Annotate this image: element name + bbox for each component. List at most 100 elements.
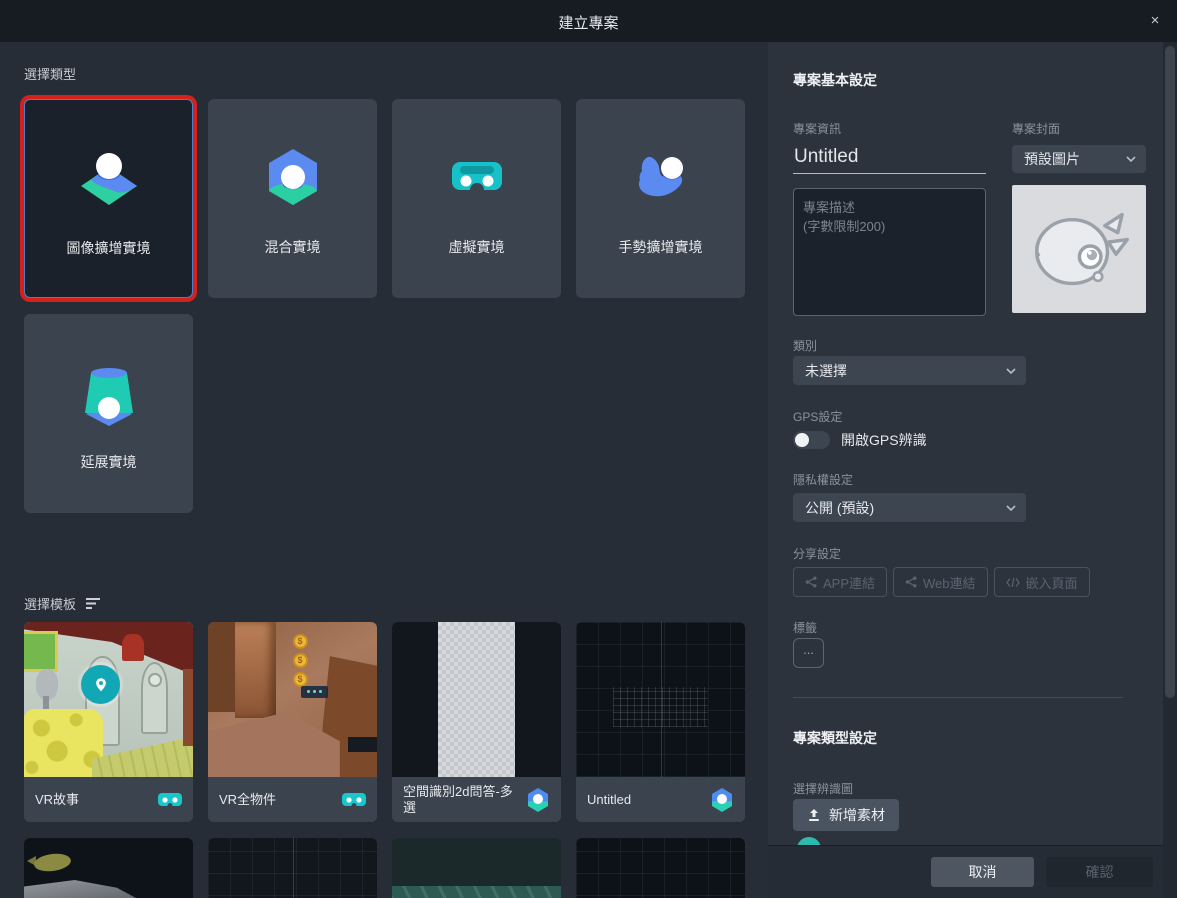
share-button-label: Web連結 (923, 573, 976, 592)
template-name: 空間識別2d問答-多選 (403, 784, 523, 815)
type-card-label: 虛擬實境 (449, 237, 505, 257)
add-asset-button[interactable]: 新增素材 (793, 799, 899, 831)
dialog-titlebar: 建立專案 × (0, 0, 1177, 42)
cover-label: 專案封面 (1012, 120, 1060, 137)
art-shape (613, 687, 708, 727)
cover-select[interactable]: 預設圖片 (1012, 145, 1146, 173)
web-link-button[interactable]: Web連結 (893, 567, 988, 597)
template-section-label: 選擇模板 (24, 594, 76, 613)
create-project-dialog: 建立專案 × 選擇類型 圖像擴增實境 (0, 0, 1177, 898)
art-shape (208, 622, 235, 712)
vr-goggles-badge (157, 788, 183, 812)
type-card-extended-reality[interactable]: 延展實境 (24, 314, 193, 513)
code-icon (1006, 577, 1020, 588)
project-description-textarea[interactable] (793, 188, 986, 316)
art-shape (24, 875, 193, 898)
tags-label: 標籤 (793, 619, 817, 636)
gps-toggle[interactable] (793, 431, 830, 449)
toggle-knob (795, 433, 809, 447)
art-shape (576, 838, 745, 898)
template-label-bar: 空間識別2d問答-多選 (392, 777, 561, 822)
art-shape (24, 709, 103, 777)
art-shape (235, 622, 276, 718)
sort-lines-icon[interactable] (86, 598, 101, 609)
type-card-image-ar[interactable]: 圖像擴增實境 (24, 99, 193, 298)
template-card-vr-objects[interactable]: $ $ $ VR全物件 (208, 622, 377, 822)
template-card-spatial-quiz[interactable]: 空間識別2d問答-多選 (392, 622, 561, 822)
privacy-select-value: 公開 (預設) (805, 498, 874, 518)
type-card-label: 混合實境 (265, 237, 321, 257)
template-card-untitled[interactable]: Untitled (576, 622, 745, 822)
template-grid-row-2: QUIZ (24, 838, 745, 898)
image-ar-icon (74, 142, 144, 212)
type-card-label: 延展實境 (81, 452, 137, 472)
embed-page-button[interactable]: 嵌入頁面 (994, 567, 1090, 597)
template-thumbnail: $ $ $ (208, 622, 377, 777)
template-name: VR全物件 (219, 792, 276, 807)
type-card-mixed-reality[interactable]: 混合實境 (208, 99, 377, 298)
app-link-button[interactable]: APP連結 (793, 567, 887, 597)
art-shape (148, 673, 162, 687)
settings-panel: 專案基本設定 專案資訊 專案封面 預設圖片 類別 (768, 42, 1163, 845)
vr-goggles-icon (442, 141, 512, 211)
gps-settings-label: GPS設定 (793, 408, 842, 425)
marker-image-label: 選擇辨識圖 (793, 780, 853, 797)
template-card-fish-rock[interactable] (24, 838, 193, 898)
template-card-grid-platform[interactable] (208, 838, 377, 898)
section-divider (793, 697, 1123, 698)
xr-cone-icon (74, 356, 144, 426)
hexagon-badge (709, 788, 735, 812)
type-card-label: 手勢擴增實境 (619, 237, 703, 257)
cancel-button[interactable]: 取消 (931, 857, 1034, 887)
template-card-grid[interactable] (576, 838, 745, 898)
share-nodes-icon (805, 576, 817, 588)
type-card-label: 圖像擴增實境 (67, 238, 151, 258)
category-select[interactable]: 未選擇 (793, 356, 1026, 385)
hexagon-badge (525, 788, 551, 812)
coin-icon: $ (293, 672, 308, 687)
art-shape (438, 622, 516, 777)
type-card-gesture-ar[interactable]: 手勢擴增實境 (576, 99, 745, 298)
panel-scrollbar (1163, 42, 1177, 898)
project-name-input[interactable] (793, 144, 986, 174)
dialog-title: 建立專案 (0, 12, 1177, 33)
privacy-select[interactable]: 公開 (預設) (793, 493, 1026, 522)
type-card-grid: 圖像擴增實境 混合實境 虛擬實境 (24, 99, 745, 513)
share-button-label: 嵌入頁面 (1026, 573, 1078, 592)
privacy-label: 隱私權設定 (793, 471, 853, 488)
tags-button[interactable]: ... (793, 638, 824, 668)
template-card-underwater-quiz[interactable]: QUIZ (392, 838, 561, 898)
template-thumbnail (576, 622, 745, 777)
close-icon[interactable]: × (1145, 11, 1165, 31)
art-shape (122, 634, 144, 660)
share-buttons-row: APP連結 Web連結 嵌入頁面 (793, 567, 1090, 597)
template-name: Untitled (587, 792, 631, 807)
template-name: VR故事 (35, 792, 79, 807)
category-select-value: 未選擇 (805, 361, 847, 381)
coin-icon: $ (293, 653, 308, 668)
template-label-bar: VR全物件 (208, 777, 377, 822)
art-shape (24, 631, 58, 671)
coin-icon: $ (293, 634, 308, 649)
chevron-down-icon (1006, 368, 1016, 374)
art-shape (208, 712, 340, 777)
add-asset-label: 新增素材 (829, 805, 885, 825)
scrollbar-thumb[interactable] (1165, 46, 1175, 698)
template-thumbnail (392, 622, 561, 777)
template-grid: VR故事 $ $ $ (24, 622, 745, 822)
cover-select-value: 預設圖片 (1024, 149, 1080, 169)
gps-toggle-row: 開啟GPS辨識 (793, 430, 927, 450)
upload-icon (807, 808, 821, 822)
art-shape (348, 737, 377, 753)
share-button-label: APP連結 (823, 573, 875, 592)
art-shape (36, 669, 58, 700)
art-shape (392, 886, 561, 898)
template-card-vr-story[interactable]: VR故事 (24, 622, 193, 822)
type-card-virtual-reality[interactable]: 虛擬實境 (392, 99, 561, 298)
template-label-bar: Untitled (576, 777, 745, 822)
cover-preview[interactable] (1012, 185, 1146, 313)
chevron-down-icon (1126, 156, 1136, 162)
confirm-button[interactable]: 確認 (1046, 857, 1153, 887)
gps-toggle-label: 開啟GPS辨識 (841, 430, 927, 450)
chevron-down-icon (1006, 505, 1016, 511)
